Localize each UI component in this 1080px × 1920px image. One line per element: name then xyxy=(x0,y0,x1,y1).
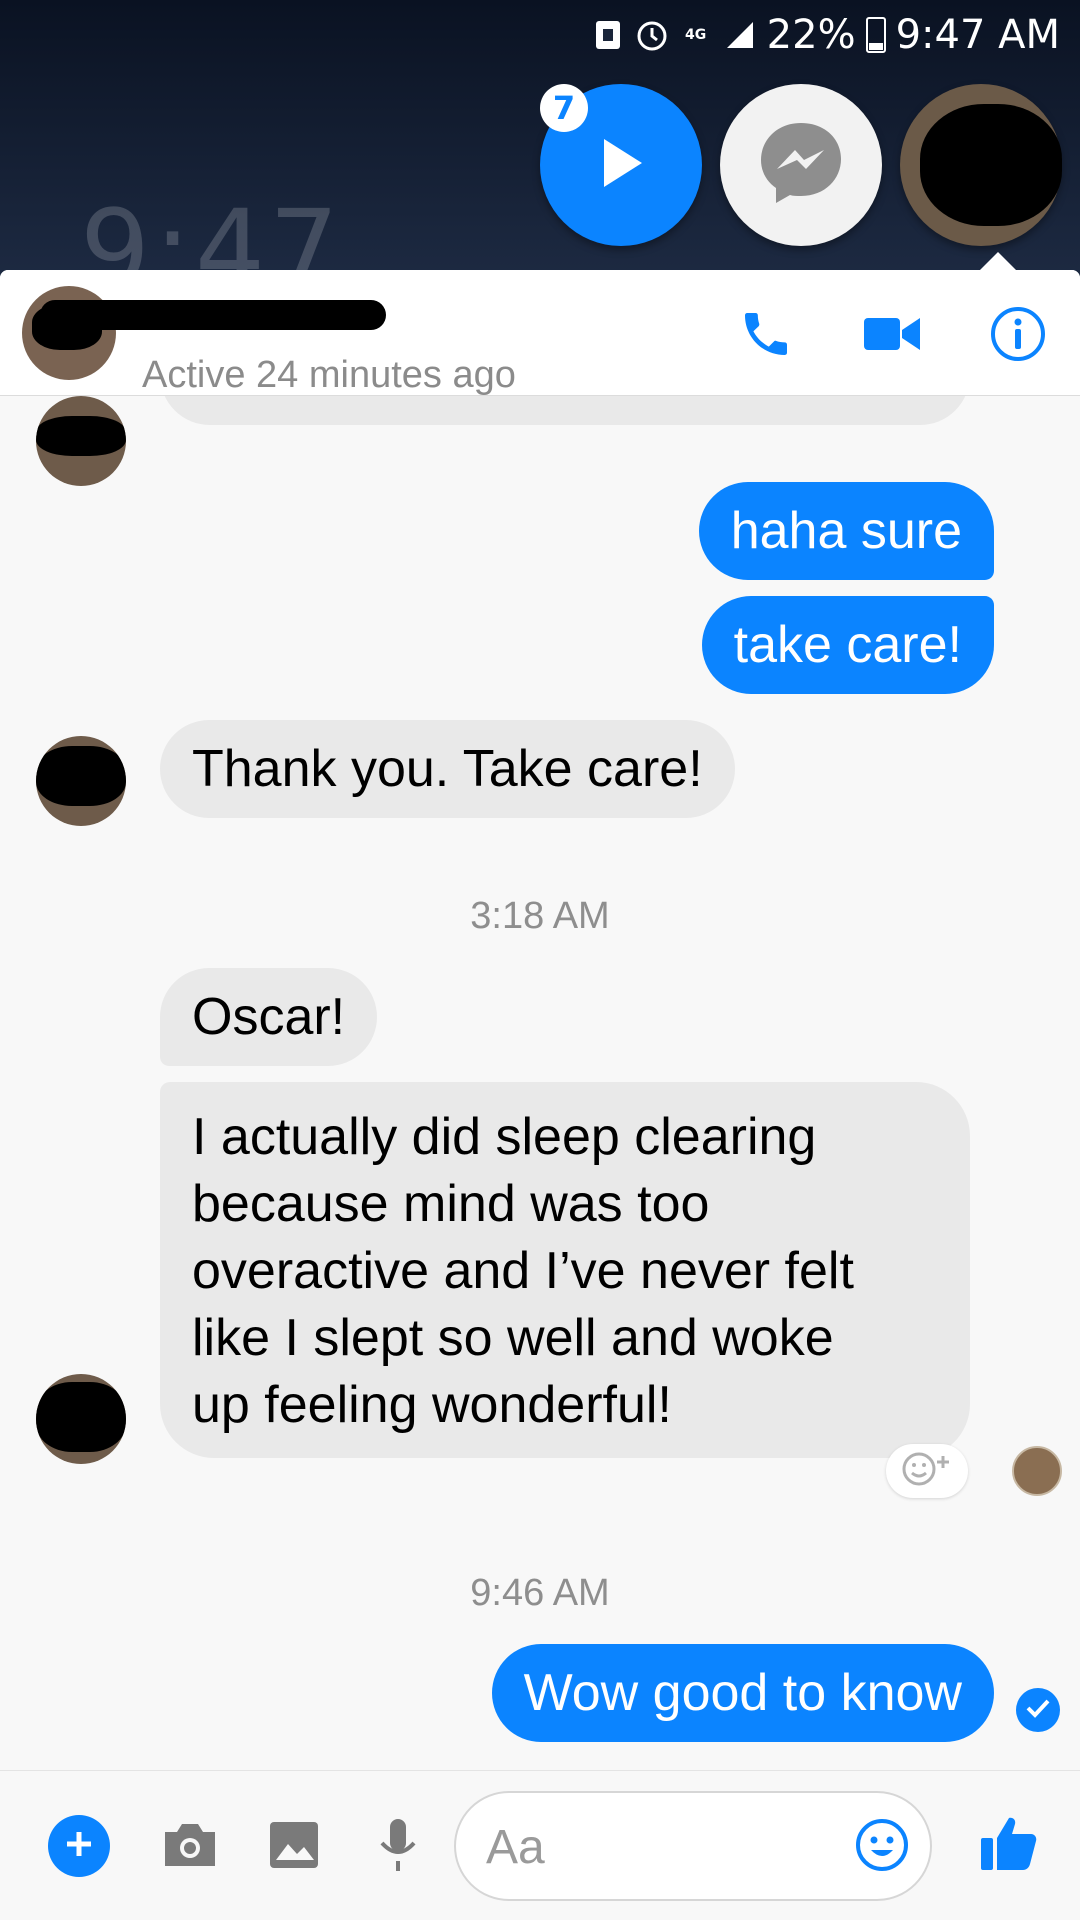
chat-heads: 7 xyxy=(540,84,1062,246)
timestamp: 3:18 AM xyxy=(470,895,610,937)
message-bubble-outgoing[interactable]: take care! xyxy=(701,596,994,694)
add-reaction-button[interactable] xyxy=(886,1444,968,1498)
sender-avatar[interactable] xyxy=(36,736,126,826)
info-icon xyxy=(989,305,1047,367)
message-bubble-incoming[interactable]: I actually did sleep clearing because mi… xyxy=(160,1082,970,1458)
network-type: 4G xyxy=(685,27,707,43)
emoji-button[interactable] xyxy=(852,1817,912,1877)
header-actions xyxy=(728,298,1056,374)
image-icon xyxy=(268,1820,320,1874)
composer-bar xyxy=(0,1770,1080,1920)
redaction xyxy=(920,104,1062,226)
sender-avatar[interactable] xyxy=(36,396,126,486)
timestamp: 9:46 AM xyxy=(470,1572,610,1614)
sender-avatar[interactable] xyxy=(36,1374,126,1464)
voice-record-button[interactable] xyxy=(366,1815,430,1879)
voice-call-button[interactable] xyxy=(728,298,804,374)
message-input-container xyxy=(454,1791,932,1901)
signal-icon xyxy=(723,18,757,52)
message-text-line: like I slept so well and woke xyxy=(192,1309,834,1367)
seen-avatar xyxy=(1012,1446,1062,1496)
message-text: Oscar! xyxy=(192,988,346,1046)
camera-button[interactable] xyxy=(158,1815,222,1879)
status-time: 9:47 AM xyxy=(895,12,1060,58)
message-text-line: overactive and I’ve never felt xyxy=(192,1242,854,1300)
unread-badge: 7 xyxy=(540,84,588,132)
gallery-button[interactable] xyxy=(262,1815,326,1879)
emoji-icon xyxy=(854,1817,910,1877)
read-receipt xyxy=(1016,1688,1060,1732)
add-reaction-icon xyxy=(901,1450,953,1492)
message-list[interactable]: words haha sure take care! Thank you. Ta… xyxy=(0,270,1080,1770)
message-bubble-incoming[interactable]: Thank you. Take care! xyxy=(160,720,735,818)
message-text-line: because mind was too xyxy=(192,1175,710,1233)
chat-head-contact[interactable] xyxy=(900,84,1062,246)
phone-icon xyxy=(738,306,794,366)
check-icon xyxy=(1025,1698,1051,1722)
more-options-button[interactable] xyxy=(48,1815,110,1877)
plus-icon xyxy=(62,1827,96,1865)
panel-pointer xyxy=(978,252,1018,272)
lockscreen-clock: 9:47 xyxy=(80,195,344,275)
like-icon xyxy=(979,1814,1037,1876)
video-call-button[interactable] xyxy=(854,298,930,374)
chat-head-play[interactable]: 7 xyxy=(540,84,702,246)
active-status: Active 24 minutes ago xyxy=(142,354,516,396)
storage-icon xyxy=(591,18,625,52)
video-icon xyxy=(862,312,922,360)
message-bubble-incoming[interactable]: Oscar! xyxy=(160,968,378,1066)
chat-head-messenger[interactable] xyxy=(720,84,882,246)
like-button[interactable] xyxy=(972,1809,1044,1881)
redaction xyxy=(36,416,126,456)
redaction xyxy=(36,1382,126,1452)
play-icon xyxy=(596,135,646,195)
redaction xyxy=(36,746,126,806)
message-text-line: I actually did sleep clearing xyxy=(192,1108,817,1166)
message-text: take care! xyxy=(733,616,962,674)
message-bubble-outgoing[interactable]: Wow good to know xyxy=(491,1644,994,1742)
status-bar: 4G 22% 9:47 AM xyxy=(591,8,1060,62)
info-button[interactable] xyxy=(980,298,1056,374)
alarm-icon xyxy=(635,18,669,52)
message-text-line: up feeling wonderful! xyxy=(192,1376,672,1434)
message-text: Wow good to know xyxy=(523,1664,962,1722)
messenger-icon xyxy=(753,115,849,215)
message-text: haha sure xyxy=(730,502,962,560)
message-input[interactable] xyxy=(486,1815,826,1879)
mic-icon xyxy=(378,1817,418,1877)
conversation-header: Active 24 minutes ago xyxy=(0,270,1080,396)
conversation-panel: Active 24 minutes ago words xyxy=(0,270,1080,1920)
contact-name-redacted xyxy=(40,300,386,330)
battery-icon xyxy=(865,17,886,53)
message-bubble-outgoing[interactable]: haha sure xyxy=(698,482,994,580)
message-text: Thank you. Take care! xyxy=(192,740,703,798)
camera-icon xyxy=(161,1820,219,1874)
battery-percent: 22% xyxy=(766,12,856,58)
